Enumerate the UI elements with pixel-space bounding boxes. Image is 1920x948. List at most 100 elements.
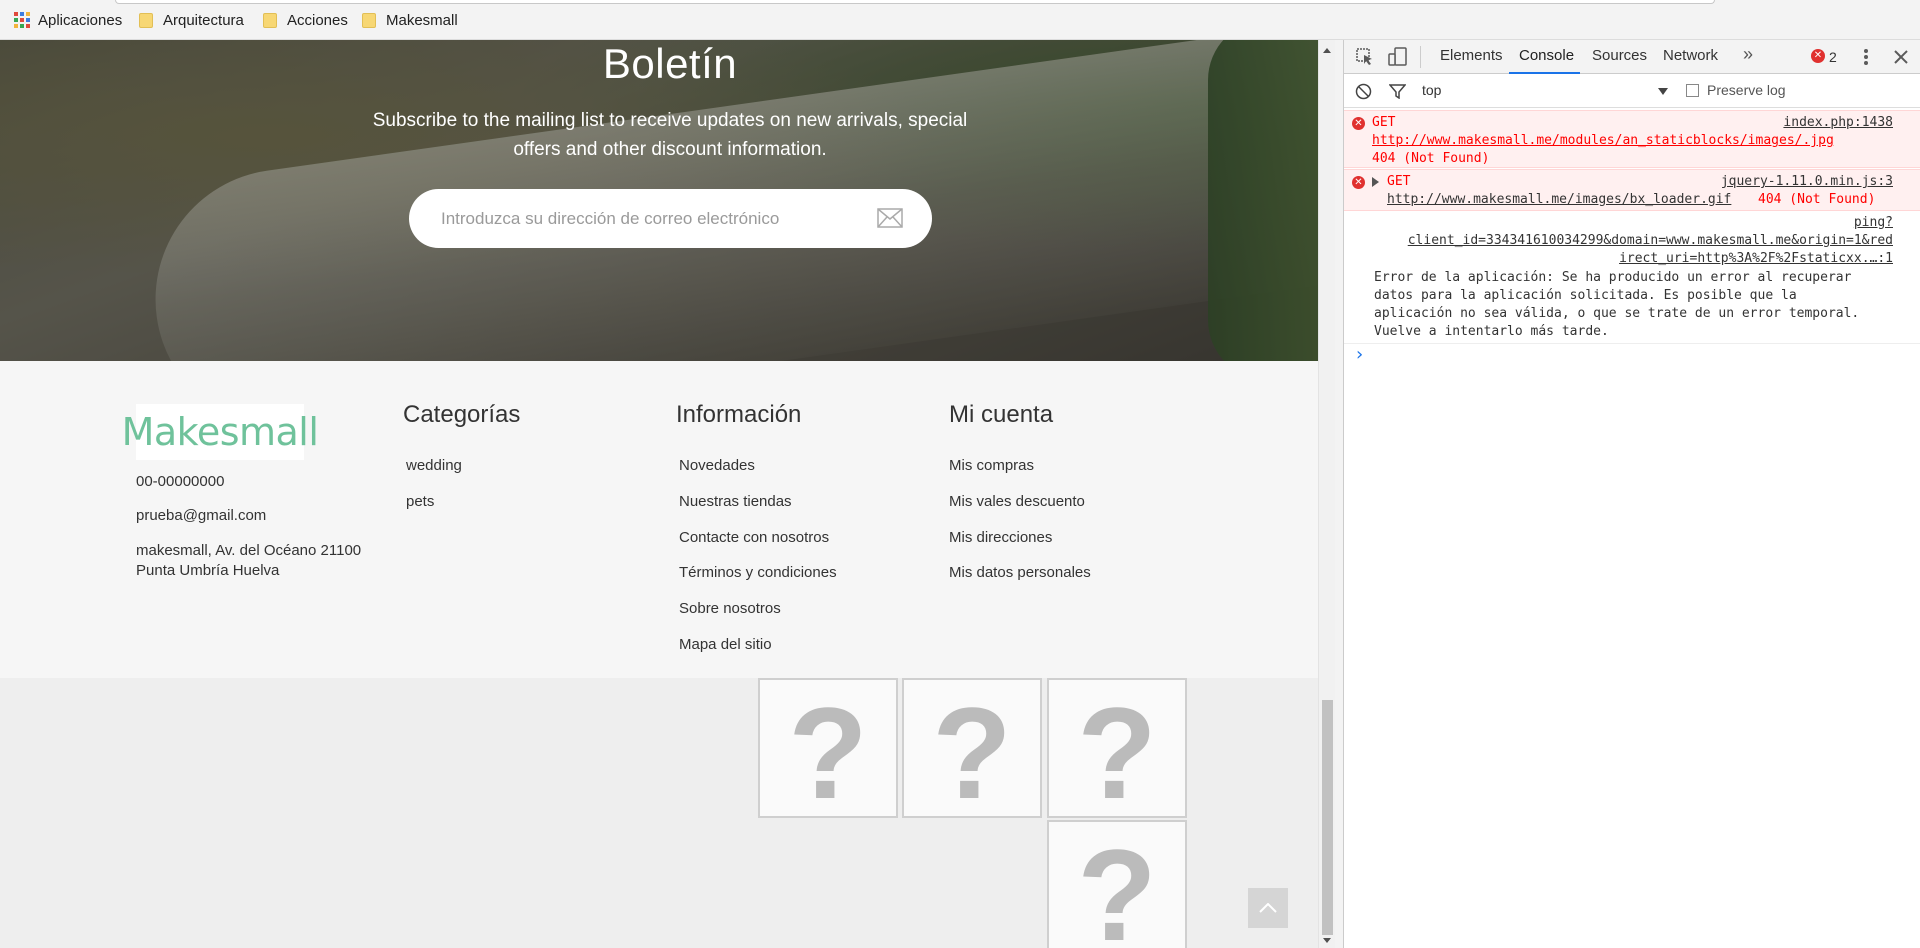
bookmark-apps-label: Aplicaciones	[38, 11, 123, 29]
context-dropdown-icon[interactable]	[1658, 88, 1668, 95]
filter-icon[interactable]	[1389, 84, 1406, 99]
error-count-icon[interactable]: ✕	[1811, 49, 1825, 63]
devtools-splitter[interactable]	[1335, 40, 1343, 948]
error-icon: ✕	[1352, 117, 1365, 130]
broken-image: ?	[1047, 678, 1187, 818]
newsletter-description: Subscribe to the mailing list to receive…	[372, 110, 968, 160]
request-method: GET	[1387, 174, 1411, 189]
expand-triangle-icon[interactable]	[1372, 177, 1379, 187]
newsletter-title: Boletín	[602, 40, 738, 87]
footer-logo[interactable]: Makesmall	[122, 404, 319, 460]
source-link[interactable]: client_id=334341610034299&domain=www.mak…	[1408, 232, 1893, 250]
kebab-menu-icon[interactable]	[1863, 48, 1869, 66]
footer-categories-list: wedding pets	[406, 456, 462, 528]
log-text: datos para la aplicación solicitada. Es …	[1374, 288, 1797, 303]
toolbar-divider	[1420, 46, 1421, 68]
bookmark-arquitectura[interactable]: Arquitectura	[139, 10, 244, 30]
console-error-message: ✕ GET index.php:1438 http://www.makesmal…	[1344, 110, 1920, 168]
footer-information-title: Información	[676, 401, 802, 428]
console-error-message: ✕ GET jquery-1.11.0.min.js:3 http://www.…	[1344, 169, 1920, 211]
site-footer: Makesmall 00-00000000 prueba@gmail.com m…	[0, 361, 1318, 678]
footer-link[interactable]: Nuestras tiendas	[679, 492, 837, 528]
newsletter-email-input[interactable]	[441, 189, 861, 248]
preserve-log-checkbox[interactable]	[1686, 84, 1699, 97]
active-tab-indicator	[1509, 72, 1580, 74]
broken-image: ?	[758, 678, 898, 818]
bookmark-makesmall[interactable]: Makesmall	[362, 10, 458, 30]
device-toolbar-icon[interactable]	[1388, 47, 1408, 67]
footer-link[interactable]: Mis compras	[949, 456, 1091, 492]
page-viewport: Boletín Subscribe to the mailing list to…	[0, 40, 1318, 948]
footer-link[interactable]: Mis direcciones	[949, 528, 1091, 564]
devtools-panel: Elements Console Sources Network » ✕ 2 t…	[1343, 40, 1920, 948]
folder-icon	[362, 12, 376, 28]
footer-link[interactable]: wedding	[406, 456, 462, 492]
request-status: 404 (Not Found)	[1372, 151, 1490, 166]
broken-image: ?	[902, 678, 1042, 818]
error-count[interactable]: 2	[1829, 49, 1837, 65]
footer-link[interactable]: Novedades	[679, 456, 837, 492]
scrollbar-thumb[interactable]	[1322, 700, 1333, 935]
footer-account-title: Mi cuenta	[949, 401, 1054, 428]
tab-console[interactable]: Console	[1519, 47, 1574, 64]
request-url[interactable]: http://www.makesmall.me/images/bx_loader…	[1387, 191, 1731, 209]
footer-link[interactable]: pets	[406, 492, 462, 528]
clear-console-icon[interactable]	[1355, 83, 1372, 100]
tab-network[interactable]: Network	[1663, 47, 1718, 64]
footer-link[interactable]: Sobre nosotros	[679, 599, 837, 635]
more-tabs-icon[interactable]: »	[1743, 44, 1753, 65]
source-link[interactable]: irect_uri=http%3A%2F%2Fstaticxx.…:1	[1619, 250, 1893, 268]
request-url[interactable]: http://www.makesmall.me/modules/an_stati…	[1372, 132, 1834, 150]
footer-information-list: Novedades Nuestras tiendas Contacte con …	[679, 456, 837, 671]
folder-icon	[263, 12, 277, 28]
source-link[interactable]: index.php:1438	[1783, 114, 1893, 132]
context-selector-label[interactable]: top	[1422, 82, 1441, 98]
footer-account-list: Mis compras Mis vales descuento Mis dire…	[949, 456, 1091, 599]
bookmark-apps[interactable]: Aplicaciones	[14, 10, 122, 30]
console-toolbar: top Preserve log	[1344, 75, 1920, 108]
bookmarks-bar: Aplicaciones Arquitectura Acciones Makes…	[0, 0, 1920, 40]
request-method: GET	[1372, 115, 1396, 130]
page-scrollbar[interactable]	[1318, 40, 1335, 948]
log-text: Error de la aplicación: Se ha producido …	[1374, 270, 1852, 285]
back-to-top-button[interactable]	[1248, 888, 1288, 928]
log-text: Vuelve a intentarlo más tarde.	[1374, 324, 1609, 339]
error-icon: ✕	[1352, 176, 1365, 189]
source-link[interactable]: jquery-1.11.0.min.js:3	[1721, 173, 1893, 191]
bookmark-label: Arquitectura	[163, 11, 244, 29]
broken-image-glyph: ?	[1077, 822, 1157, 948]
newsletter-hero: Boletín Subscribe to the mailing list to…	[0, 40, 1318, 361]
close-devtools-icon[interactable]	[1894, 50, 1908, 64]
bookmark-acciones[interactable]: Acciones	[263, 10, 348, 30]
console-log-message: ping? client_id=334341610034299&domain=w…	[1344, 214, 1920, 344]
apps-grid-icon	[14, 12, 30, 28]
newsletter-form	[409, 189, 932, 248]
devtools-tabbar: Elements Console Sources Network » ✕ 2	[1344, 40, 1920, 74]
footer-link[interactable]: Mis datos personales	[949, 563, 1091, 599]
footer-categories-title: Categorías	[403, 401, 521, 428]
footer-link[interactable]: Términos y condiciones	[679, 563, 837, 599]
footer-phone: 00-00000000	[136, 473, 225, 490]
envelope-icon[interactable]	[877, 208, 903, 228]
tab-elements[interactable]: Elements	[1440, 47, 1503, 64]
footer-address: makesmall, Av. del Océano 21100 Punta Um…	[136, 542, 362, 579]
bookmark-label: Makesmall	[386, 11, 458, 29]
footer-email[interactable]: prueba@gmail.com	[136, 506, 266, 526]
inspect-element-icon[interactable]	[1356, 48, 1374, 66]
bookmark-label: Acciones	[287, 11, 348, 29]
footer-link[interactable]: Contacte con nosotros	[679, 528, 837, 564]
scroll-up-arrow-icon[interactable]	[1323, 48, 1331, 53]
folder-icon	[139, 12, 153, 28]
broken-image-glyph: ?	[932, 680, 1012, 818]
broken-image-glyph: ?	[788, 680, 868, 818]
source-link[interactable]: ping?	[1854, 214, 1893, 232]
tab-sources[interactable]: Sources	[1592, 47, 1647, 64]
request-status: 404 (Not Found)	[1758, 192, 1876, 207]
footer-link[interactable]: Mis vales descuento	[949, 492, 1091, 528]
broken-image-glyph: ?	[1077, 680, 1157, 818]
console-prompt-icon[interactable]: ›	[1356, 344, 1363, 365]
chevron-up-icon	[1259, 903, 1277, 913]
footer-link[interactable]: Mapa del sitio	[679, 635, 837, 671]
scroll-down-arrow-icon[interactable]	[1323, 938, 1331, 943]
broken-image: ?	[1047, 820, 1187, 948]
